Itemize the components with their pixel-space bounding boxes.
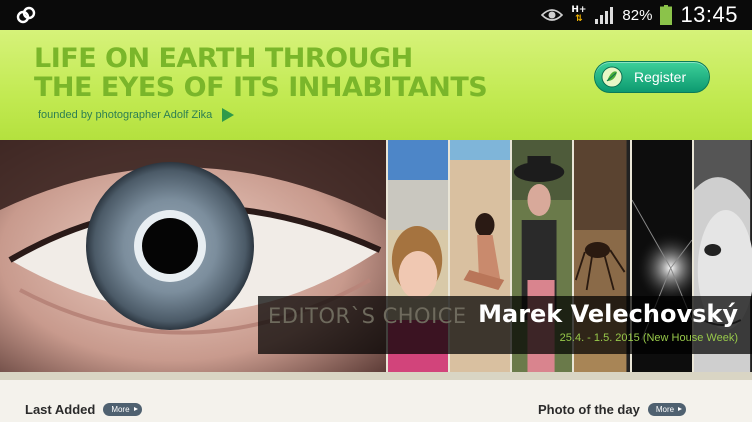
content-sections: Last Added More Photo of the day More: [0, 380, 752, 422]
section-divider: [0, 372, 752, 380]
photographer-name[interactable]: Marek Velechovský: [478, 300, 738, 328]
week-dates: 25.4. - 1.5. 2015 (New House Week): [559, 332, 738, 344]
founded-by-link[interactable]: founded by photographer Adolf Zika: [38, 108, 235, 122]
last-added-header: Last Added More: [25, 402, 142, 417]
founded-by-text: founded by photographer Adolf Zika: [38, 109, 213, 121]
battery-percent: 82%: [622, 6, 653, 24]
site-header: LIFE ON EARTH THROUGH THE EYES OF ITS IN…: [0, 30, 752, 140]
editors-choice-label: EDITOR`S CHOICE: [268, 304, 467, 328]
photo-of-day-title: Photo of the day: [538, 402, 640, 417]
play-icon: [222, 108, 235, 122]
register-button[interactable]: Register: [594, 61, 710, 93]
photo-of-day-more-button[interactable]: More: [647, 403, 687, 416]
site-headline[interactable]: LIFE ON EARTH THROUGH THE EYES OF ITS IN…: [34, 43, 488, 103]
headline-line-1: LIFE ON EARTH THROUGH: [34, 43, 413, 74]
photo-of-day-header: Photo of the day More: [538, 402, 687, 417]
eye-icon: [541, 9, 564, 21]
clock: 13:45: [680, 2, 738, 27]
network-indicator: H+ ⇅: [571, 5, 587, 24]
headline-line-2: THE EYES OF ITS INHABITANTS: [34, 72, 488, 103]
signal-icon: [595, 7, 614, 24]
leaf-logo-icon: [601, 66, 623, 88]
network-arrows-icon: ⇅: [575, 14, 583, 24]
battery-icon: [660, 5, 673, 25]
last-added-title: Last Added: [25, 402, 96, 417]
editors-choice-banner[interactable]: EDITOR`S CHOICE Marek Velechovský 25.4. …: [0, 140, 752, 372]
editors-choice-caption[interactable]: EDITOR`S CHOICE Marek Velechovský 25.4. …: [258, 296, 752, 354]
status-bar: H+ ⇅ 82% 13:45: [0, 0, 752, 30]
last-added-more-button[interactable]: More: [103, 403, 142, 416]
register-label: Register: [634, 69, 687, 85]
sync-icon: [16, 6, 36, 24]
